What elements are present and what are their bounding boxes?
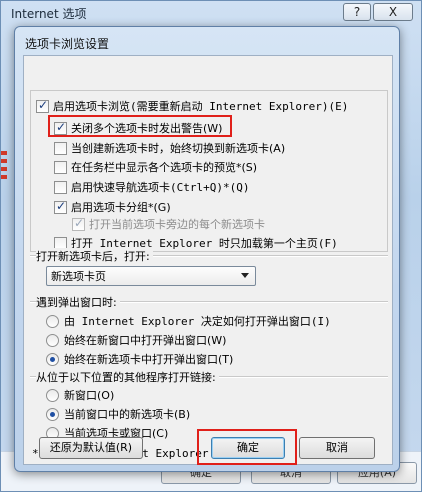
tab-groups-label: 启用选项卡分组*(G) [71,201,171,214]
dialog-title: 选项卡浏览设置 [25,37,110,51]
new-tab-group-label: 打开新选项卡后，打开: [36,248,153,264]
ok-button[interactable]: 确定 [211,437,285,459]
external-new-tab-radio[interactable] [46,407,59,421]
popup-option-row[interactable]: 始终在新窗口中打开弹出窗口(W) [46,332,226,348]
restore-defaults-button[interactable]: 还原为默认值(R) [39,437,143,459]
quick-nav-label: 启用快速导航选项卡(Ctrl+Q)*(Q) [71,181,250,194]
open-next-checkbox[interactable] [72,216,85,231]
open-next-row[interactable]: 打开当前选项卡旁边的每个新选项卡 [72,216,265,232]
external-group-label: 从位于以下位置的其他程序打开链接: [36,369,219,385]
popup-new-tab-radio[interactable] [46,352,59,366]
external-new-window-radio[interactable] [46,388,59,402]
external-option-row[interactable]: 新窗口(O) [46,387,114,403]
popup-new-window-radio[interactable] [46,333,59,347]
external-option-label: 当前窗口中的新选项卡(B) [64,408,191,421]
popup-option-row[interactable]: 由 Internet Explorer 决定如何打开弹出窗口(I) [46,313,331,329]
taskbar-preview-checkbox[interactable] [54,160,67,174]
external-option-label: 新窗口(O) [64,389,115,402]
warn-close-label: 关闭多个选项卡时发出警告(W) [71,122,223,135]
switch-new-label: 当创建新选项卡时，始终切换到新选项卡(A) [71,142,286,155]
tab-groups-checkbox[interactable] [54,199,67,214]
external-option-row[interactable]: 当前窗口中的新选项卡(B) [46,406,190,422]
new-tab-select[interactable]: 新选项卡页 [46,266,256,286]
switch-new-checkbox[interactable] [54,141,67,155]
enable-tabs-label: 启用选项卡浏览(需要重新启动 Internet Explorer)(E) [53,100,349,113]
popup-option-label: 由 Internet Explorer 决定如何打开弹出窗口(I) [64,315,331,328]
warn-close-checkbox[interactable] [54,120,67,135]
popup-ie-decide-radio[interactable] [46,314,59,328]
warn-close-row[interactable]: 关闭多个选项卡时发出警告(W) [54,120,222,136]
popup-group-label: 遇到弹出窗口时: [36,294,120,310]
window-controls: ? X [343,3,413,21]
window-title: Internet 选项 [11,7,87,21]
quick-nav-row[interactable]: 启用快速导航选项卡(Ctrl+Q)*(Q) [54,179,249,195]
open-next-label: 打开当前选项卡旁边的每个新选项卡 [89,218,265,231]
cancel-button[interactable]: 取消 [299,437,375,459]
help-button[interactable]: ? [343,3,371,21]
popup-option-row[interactable]: 始终在新选项卡中打开弹出窗口(T) [46,351,233,367]
dialog-client-area: 启用选项卡浏览(需要重新启动 Internet Explorer)(E) 关闭多… [23,55,393,465]
new-tab-select-value: 新选项卡页 [51,270,106,283]
tab-groups-row[interactable]: 启用选项卡分组*(G) [54,199,171,215]
background-red-marker [1,151,7,183]
enable-tabs-checkbox[interactable] [36,98,49,113]
popup-option-label: 始终在新窗口中打开弹出窗口(W) [64,334,227,347]
quick-nav-checkbox[interactable] [54,180,67,194]
popup-option-label: 始终在新选项卡中打开弹出窗口(T) [64,353,234,366]
close-button[interactable]: X [373,3,413,21]
chevron-down-icon [241,273,249,278]
tab-browsing-settings-dialog: 选项卡浏览设置 启用选项卡浏览(需要重新启动 Internet Explorer… [14,26,400,472]
taskbar-preview-label: 在任务栏中显示各个选项卡的预览*(S) [71,161,258,174]
enable-tabs-row[interactable]: 启用选项卡浏览(需要重新启动 Internet Explorer)(E) [36,98,348,114]
switch-new-row[interactable]: 当创建新选项卡时，始终切换到新选项卡(A) [54,140,285,156]
taskbar-preview-row[interactable]: 在任务栏中显示各个选项卡的预览*(S) [54,159,257,175]
